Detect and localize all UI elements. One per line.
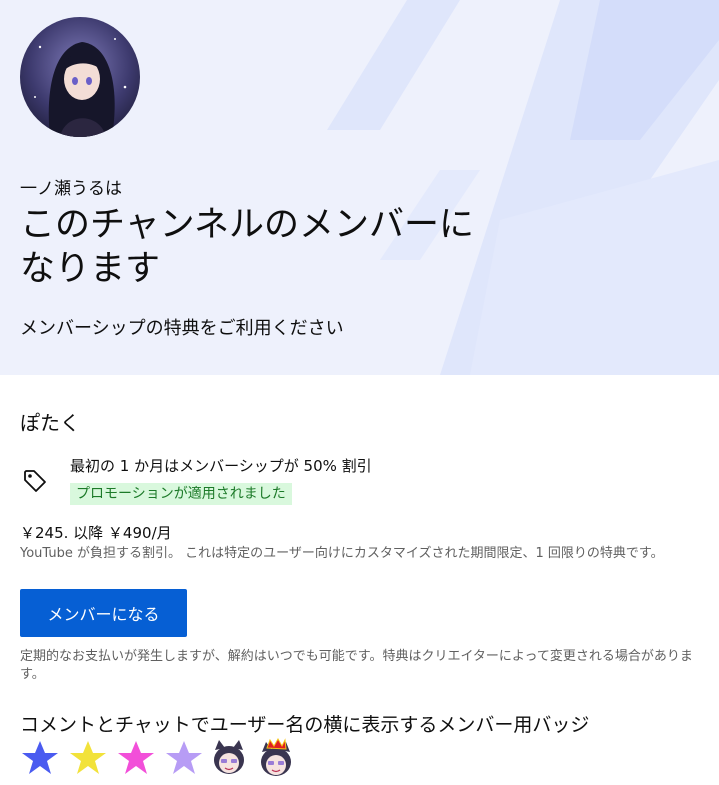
badges-title: コメントとチャットでユーザー名の横に表示するメンバー用バッジ [20,714,590,736]
join-button[interactable]: メンバーになる [20,589,187,637]
pink-star-icon [118,741,154,774]
tag-icon [24,470,46,492]
page-title: このチャンネルのメンバーになります [20,205,474,289]
hero-banner: 一ノ瀬うるは このチャンネルのメンバーになります メンバーシップの特典をご利用く… [0,0,719,375]
promo-applied-badge: プロモーションが適用されました [70,483,292,505]
cat-girl-badge-icon [214,740,244,774]
tier-name: ぽたく [20,411,80,435]
price-text: ￥245. 以降 ￥490/月 [20,524,172,542]
channel-avatar [20,17,140,137]
channel-name: 一ノ瀬うるは [20,179,122,199]
yellow-star-icon [70,741,106,774]
billing-note: 定期的なお支払いが発生しますが、解約はいつでも可能です。特典はクリエイターによっ… [20,649,693,682]
blue-star-icon [22,741,58,774]
lavender-star-icon [166,741,202,774]
crowned-cat-girl-badge-icon [261,738,291,776]
promo-text: 最初の 1 か月はメンバーシップが 50% 割引 [70,457,372,475]
page-subtitle: メンバーシップの特典をご利用ください [20,318,344,339]
discount-disclaimer: YouTube が負担する割引。 これは特定のユーザー向けにカスタマイズされた期… [20,546,664,561]
